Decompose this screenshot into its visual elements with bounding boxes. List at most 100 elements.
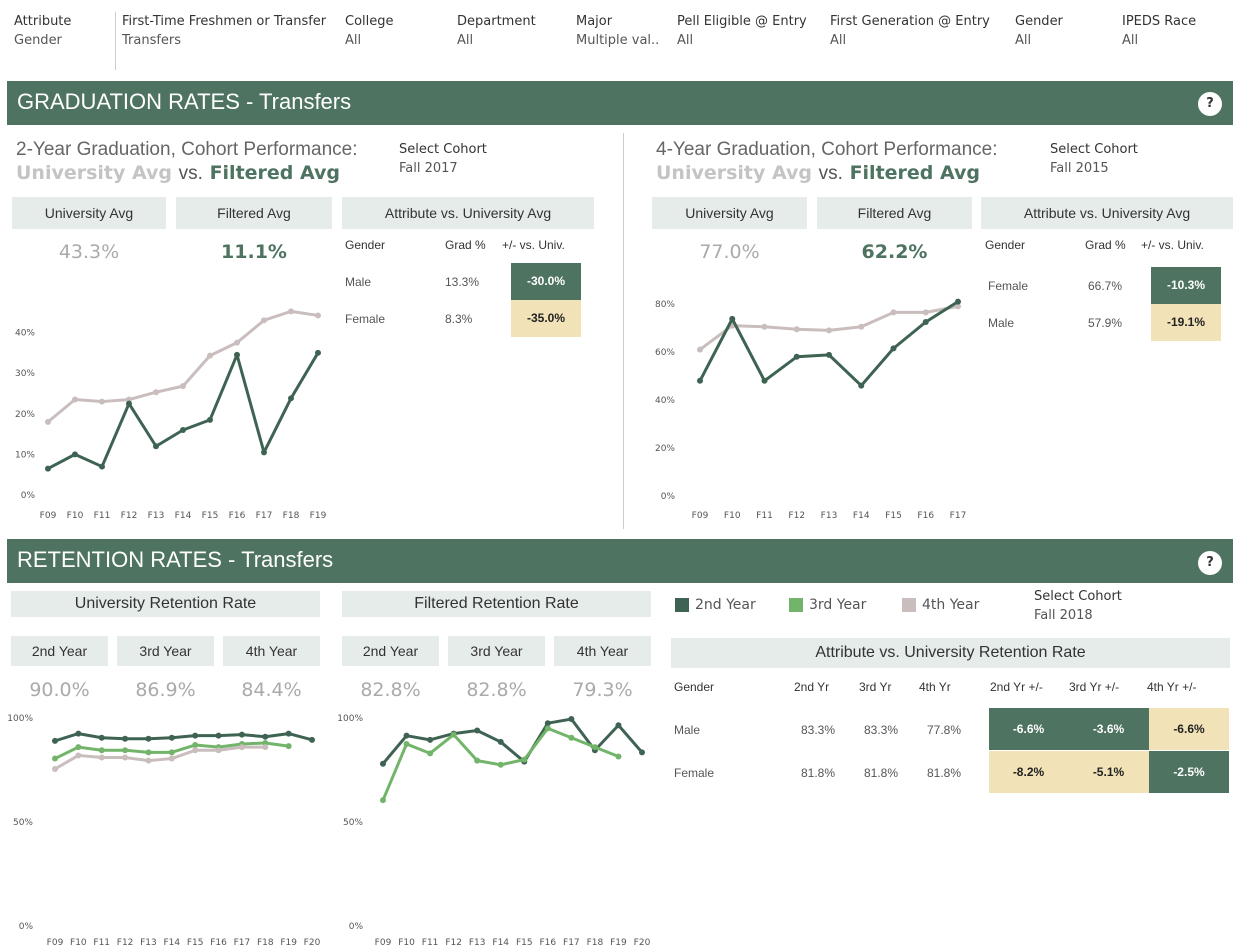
filter-value-major[interactable]: Multiple val.. [576, 33, 659, 48]
filter-value-pell[interactable]: All [677, 33, 693, 48]
col-header: 3rd Yr +/- [1069, 680, 1120, 694]
filter-value-department[interactable]: All [457, 33, 473, 48]
x-tick-label: F19 [280, 938, 297, 948]
filter-value-freshmen-transfer[interactable]: Transfers [122, 33, 181, 48]
x-tick-label: F19 [610, 938, 627, 948]
filter-label-first-generation: First Generation @ Entry [830, 14, 990, 29]
x-tick-label: F14 [163, 938, 180, 948]
data-point [615, 753, 622, 760]
uni-avg-header: University Avg [12, 197, 166, 229]
x-tick-label: F14 [853, 511, 870, 521]
select-cohort-value[interactable]: Fall 2018 [1034, 608, 1093, 623]
x-tick-label: F14 [492, 938, 509, 948]
col-header-diff: +/- vs. Univ. [502, 238, 565, 252]
filtered-retention-value: 82.8% [466, 679, 527, 701]
x-tick-label: F17 [563, 938, 580, 948]
data-point [544, 720, 551, 727]
y-tick-label: 30% [15, 369, 35, 379]
data-point [890, 309, 897, 316]
graduation-banner-title: GRADUATION RATES - Transfers [17, 89, 352, 114]
filter-value-first-generation[interactable]: All [830, 33, 846, 48]
select-cohort-value[interactable]: Fall 2017 [399, 161, 458, 176]
filtered-avg-header: Filtered Avg [817, 197, 972, 229]
table-row-attr: Male [674, 723, 701, 737]
filter-value-college[interactable]: All [345, 33, 361, 48]
data-point [474, 757, 481, 764]
filter-label-college: College [345, 14, 394, 29]
table-row-attr: Female [988, 279, 1029, 293]
data-point [52, 765, 58, 772]
filter-divider [115, 12, 116, 70]
y-tick-label: 20% [655, 444, 675, 454]
table-row-attr: Female [345, 312, 386, 326]
x-tick-label: F12 [117, 938, 134, 948]
help-icon[interactable]: ? [1198, 551, 1222, 575]
table-row-attr: Male [345, 275, 372, 289]
x-tick-label: F13 [469, 938, 486, 948]
filter-label-ipeds-race: IPEDS Race [1122, 14, 1197, 29]
x-tick-label: F10 [70, 938, 87, 948]
data-point [180, 427, 186, 433]
data-point [168, 749, 175, 756]
help-icon[interactable]: ? [1198, 92, 1222, 116]
data-point [922, 309, 929, 316]
uni-year-header: 4th Year [223, 636, 320, 666]
table-row-value: 81.8% [864, 766, 899, 780]
y-tick-label: 80% [655, 300, 675, 310]
x-tick-label: F09 [375, 938, 392, 948]
table-row-attr: Male [988, 316, 1015, 330]
uni-avg-header: University Avg [652, 197, 807, 229]
y-tick-label: 100% [337, 714, 363, 724]
data-point [238, 744, 245, 751]
uni-avg-value: 43.3% [58, 241, 120, 263]
select-cohort-label: Select Cohort [1034, 589, 1122, 604]
legend-swatch [789, 598, 803, 612]
data-point [697, 346, 703, 353]
filter-value-gender[interactable]: All [1015, 33, 1031, 48]
filter-value-attribute[interactable]: Gender [14, 33, 62, 48]
table-row-value: 81.8% [927, 766, 962, 780]
series-line [47, 309, 319, 424]
data-point [315, 312, 321, 319]
x-tick-label: F17 [950, 511, 967, 521]
data-point [234, 339, 240, 346]
series-line [698, 300, 959, 388]
filter-value-ipeds-race[interactable]: All [1122, 33, 1138, 48]
diff-cell: -10.3% [1151, 267, 1221, 304]
x-tick-label: F17 [234, 938, 251, 948]
x-tick-label: F16 [539, 938, 556, 948]
table-row-grad: 13.3% [445, 275, 480, 289]
data-point [858, 323, 865, 330]
data-point [238, 731, 245, 738]
data-point [215, 732, 222, 739]
x-tick-label: F14 [175, 511, 192, 521]
data-point [192, 742, 199, 749]
col-header-diff: +/- vs. Univ. [1141, 238, 1204, 252]
x-tick-label: F18 [257, 938, 274, 948]
grad-2yr-title: 2-Year Graduation, Cohort Performance: [16, 139, 358, 160]
legend-label: 2nd Year [695, 597, 756, 613]
y-tick-label: 50% [13, 818, 33, 828]
col-header-attribute: Gender [985, 238, 1026, 252]
data-point [890, 345, 897, 352]
data-point [98, 734, 105, 741]
subtitle-vs: vs. [818, 163, 843, 184]
diff-cell: -2.5% [1149, 751, 1229, 793]
uni-avg-value: 77.0% [699, 241, 760, 263]
data-point [215, 747, 222, 754]
data-point [450, 731, 457, 738]
filtered-retention-value: 82.8% [360, 679, 421, 701]
data-point [380, 760, 386, 767]
data-point [826, 327, 832, 334]
x-tick-label: F15 [187, 938, 204, 948]
data-point [261, 317, 267, 324]
table-row-value: 81.8% [801, 766, 836, 780]
x-tick-label: F12 [788, 511, 805, 521]
grad-2yr-subtitle: University Avg vs. Filtered Avg [16, 162, 340, 185]
select-cohort-value[interactable]: Fall 2015 [1050, 161, 1109, 176]
data-point [145, 735, 152, 742]
data-point [99, 398, 105, 405]
data-point [262, 744, 269, 751]
uni-retention-header: University Retention Rate [11, 591, 320, 617]
x-tick-label: F10 [724, 511, 741, 521]
